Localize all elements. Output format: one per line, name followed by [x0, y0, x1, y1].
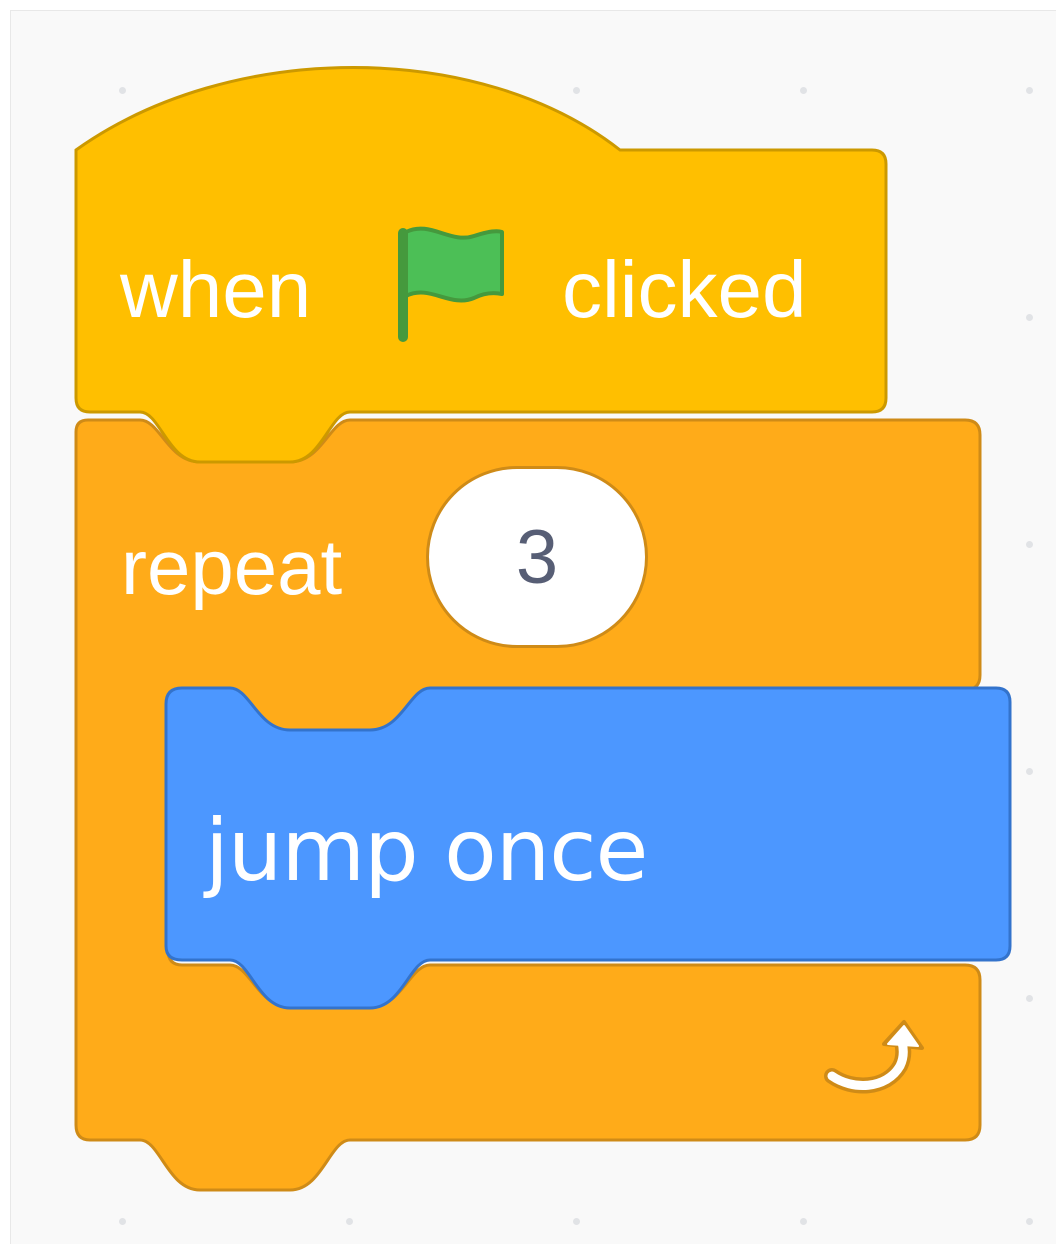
repeat-count-input[interactable]: 3	[426, 466, 648, 648]
code-area: when clicked repeat 3 jump once	[0, 0, 1056, 1244]
when-label: when	[120, 245, 312, 334]
green-flag-icon	[392, 222, 508, 346]
clicked-label: clicked	[562, 245, 807, 334]
repeat-label: repeat	[121, 523, 343, 611]
jump-once-label: jump once	[205, 801, 648, 901]
loop-arrow-icon	[822, 1010, 932, 1100]
